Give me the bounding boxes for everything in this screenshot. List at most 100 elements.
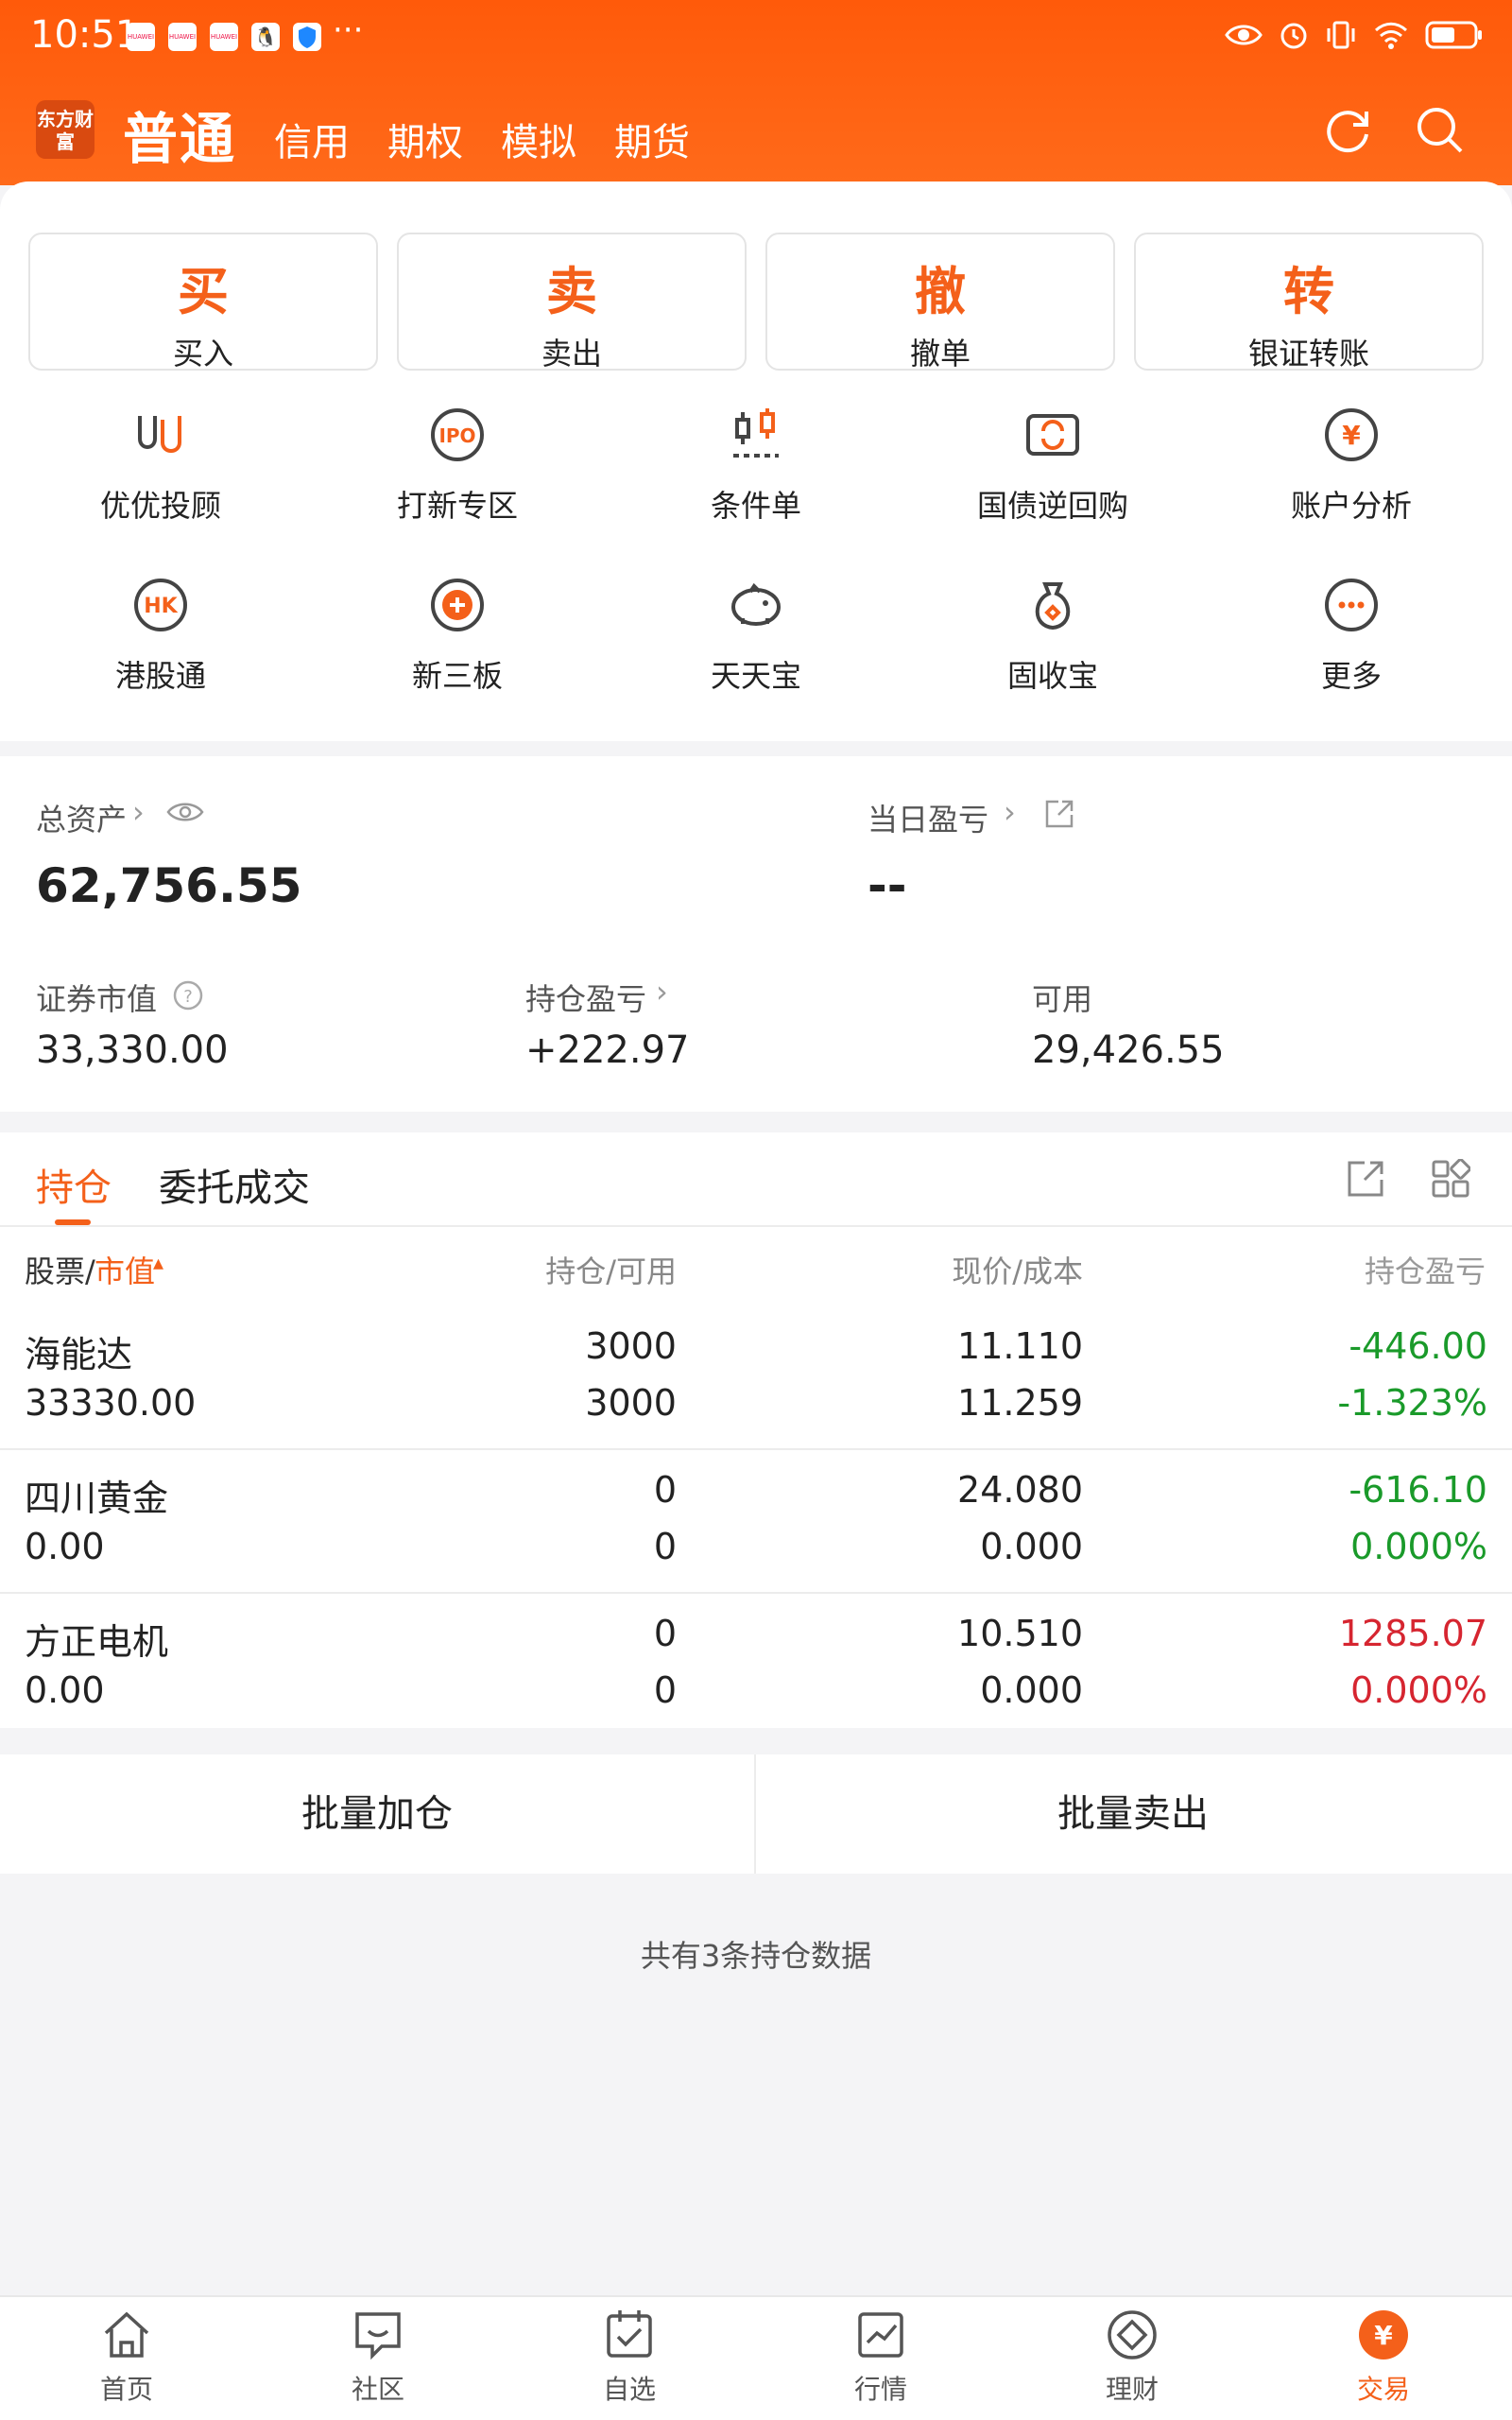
buy-label: 买入 (172, 336, 233, 372)
stock-available: 3000 (585, 1382, 677, 1424)
holding-pnl-value: +222.97 (525, 1028, 690, 1072)
eye-icon[interactable] (166, 800, 204, 824)
fn-tiantianbao[interactable]: 天天宝 (643, 571, 869, 696)
stock-market-value: 0.00 (25, 1526, 105, 1567)
bond-repo-icon (1026, 414, 1079, 456)
fn-conditional-order[interactable]: 条件单 (643, 401, 869, 526)
col-stock: 股票/ (25, 1253, 95, 1289)
sell-button[interactable]: 卖 卖出 (397, 233, 747, 372)
refresh-icon[interactable] (1319, 102, 1376, 159)
bottom-tab-bar: 首页 社区 自选 行情 理财 ¥ 交易 (0, 2295, 1512, 2420)
account-summary: 总资产 › 62,756.55 当日盈亏 › -- 证券市值 ? 33,330.… (0, 756, 1512, 1112)
chevron-right-icon: › (656, 974, 668, 1010)
tab-orders-trades[interactable]: 委托成交 (159, 1157, 310, 1212)
tabbar-watchlist[interactable]: 自选 (563, 2307, 696, 2407)
stock-name: 方正电机 (25, 1621, 169, 1663)
col-pnl: 持仓盈亏 (1364, 1253, 1486, 1289)
holdings-panel: 持仓 委托成交 股票/ 市值 ▴ 持仓/可用 现价/成本 持仓盈亏 海能达 33… (0, 1132, 1512, 1728)
transfer-char: 转 (1283, 262, 1334, 321)
tab-options[interactable]: 期权 (387, 112, 463, 166)
svg-text:?: ? (183, 987, 193, 1007)
more-notifications-icon: ··· (333, 11, 364, 49)
fn-more[interactable]: 更多 (1238, 571, 1465, 696)
stock-name: 海能达 (25, 1334, 133, 1375)
tabbar-trade[interactable]: ¥ 交易 (1317, 2307, 1450, 2407)
tab-credit[interactable]: 信用 (274, 112, 350, 166)
total-assets-value: 62,756.55 (36, 858, 302, 913)
stock-quantity: 3000 (585, 1325, 677, 1367)
col-quantity: 持仓/可用 (545, 1253, 677, 1289)
fn-uu-advisor[interactable]: 优优投顾 (47, 401, 274, 526)
stock-pnl-percent: 0.000% (1350, 1669, 1487, 1711)
table-row[interactable]: 方正电机 0.00 0 0 10.510 0.000 1285.07 0.000… (0, 1596, 1512, 1737)
stock-name: 四川黄金 (25, 1478, 169, 1519)
grid-view-icon[interactable] (1431, 1159, 1470, 1199)
stock-cost: 11.259 (957, 1382, 1083, 1424)
tab-simulation[interactable]: 模拟 (501, 112, 576, 166)
stock-available: 0 (653, 1526, 677, 1567)
community-icon (355, 2312, 401, 2360)
sell-char: 卖 (546, 262, 597, 321)
market-value-label: 证券市值 (36, 981, 158, 1017)
tabbar-market[interactable]: 行情 (815, 2307, 947, 2407)
yuan-chart-icon: ¥ (1325, 408, 1378, 461)
available-label: 可用 (1032, 981, 1093, 1017)
market-icon (858, 2312, 903, 2358)
fn-account-analysis[interactable]: ¥ 账户分析 (1238, 401, 1465, 526)
fn-gushoubao[interactable]: 固收宝 (939, 571, 1166, 696)
table-row[interactable]: 海能达 33330.00 3000 3000 11.110 11.259 -44… (0, 1308, 1512, 1450)
wifi-icon (1374, 22, 1408, 49)
tab-futures[interactable]: 期货 (614, 112, 690, 166)
tabbar-community[interactable]: 社区 (312, 2307, 444, 2407)
cancel-order-button[interactable]: 撤 撤单 (765, 233, 1115, 372)
tab-normal[interactable]: 普通 (123, 95, 236, 174)
bank-transfer-button[interactable]: 转 银证转账 (1134, 233, 1484, 372)
sort-icon[interactable]: ▴ (153, 1252, 163, 1275)
tab-positions[interactable]: 持仓 (36, 1157, 112, 1212)
trade-icon: ¥ (1359, 2310, 1408, 2360)
uu-advisor-icon (138, 416, 181, 453)
fn-hk-connect[interactable]: HK 港股通 (47, 571, 274, 696)
svg-text:¥: ¥ (1374, 2320, 1393, 2351)
tabbar-wealth[interactable]: 理财 (1066, 2307, 1198, 2407)
money-bag-icon (1035, 582, 1071, 631)
holdings-table-header: 股票/ 市值 ▴ 持仓/可用 现价/成本 持仓盈亏 (0, 1227, 1512, 1308)
stock-available: 0 (653, 1669, 677, 1711)
tabbar-home[interactable]: 首页 (60, 2307, 193, 2407)
svg-text:IPO: IPO (438, 424, 475, 447)
total-assets-label[interactable]: 总资产 (36, 796, 127, 839)
stock-price: 24.080 (957, 1469, 1083, 1511)
xinsanban-icon (431, 579, 484, 631)
market-value: 33,330.00 (36, 1028, 229, 1072)
stock-market-value: 0.00 (25, 1669, 105, 1711)
stock-quantity: 0 (653, 1469, 677, 1511)
huawei-icon: HUAWEI (210, 23, 238, 51)
table-row[interactable]: 四川黄金 0.00 0 0 24.080 0.000 -616.10 0.000… (0, 1452, 1512, 1594)
qq-icon: 🐧 (251, 23, 280, 51)
app-header: 10:51 HUAWEI HUAWEI HUAWEI 🐧 ··· 东方财富 普通… (0, 0, 1512, 185)
batch-sell-button[interactable]: 批量卖出 (756, 1754, 1510, 1874)
huawei-icon: HUAWEI (127, 23, 155, 51)
fn-bond-repo[interactable]: 国债逆回购 (939, 401, 1166, 526)
col-market-value[interactable]: 市值 (94, 1248, 155, 1291)
batch-add-button[interactable]: 批量加仓 (0, 1754, 754, 1874)
help-icon[interactable]: ? (172, 979, 204, 1011)
piggy-bank-icon (731, 582, 781, 626)
fn-new-third-board[interactable]: 新三板 (344, 571, 571, 696)
active-tab-indicator (55, 1219, 91, 1225)
share-icon[interactable] (1043, 798, 1075, 830)
stock-pnl-percent: -1.323% (1337, 1382, 1487, 1424)
holding-pnl-label[interactable]: 持仓盈亏 (525, 976, 646, 1019)
daily-pnl-label[interactable]: 当日盈亏 (868, 796, 988, 839)
daily-pnl-value: -- (868, 858, 907, 913)
buy-char: 买 (178, 262, 229, 321)
buy-button[interactable]: 买 买入 (28, 233, 378, 372)
search-icon[interactable] (1412, 102, 1469, 159)
col-price-cost: 现价/成本 (952, 1253, 1083, 1289)
candlestick-icon (733, 408, 779, 458)
batch-actions: 批量加仓 批量卖出 (0, 1754, 1512, 1874)
stock-price: 10.510 (957, 1613, 1083, 1654)
share-icon[interactable] (1346, 1159, 1385, 1199)
battery-icon (1425, 21, 1482, 49)
fn-ipo[interactable]: IPO 打新专区 (344, 401, 571, 526)
